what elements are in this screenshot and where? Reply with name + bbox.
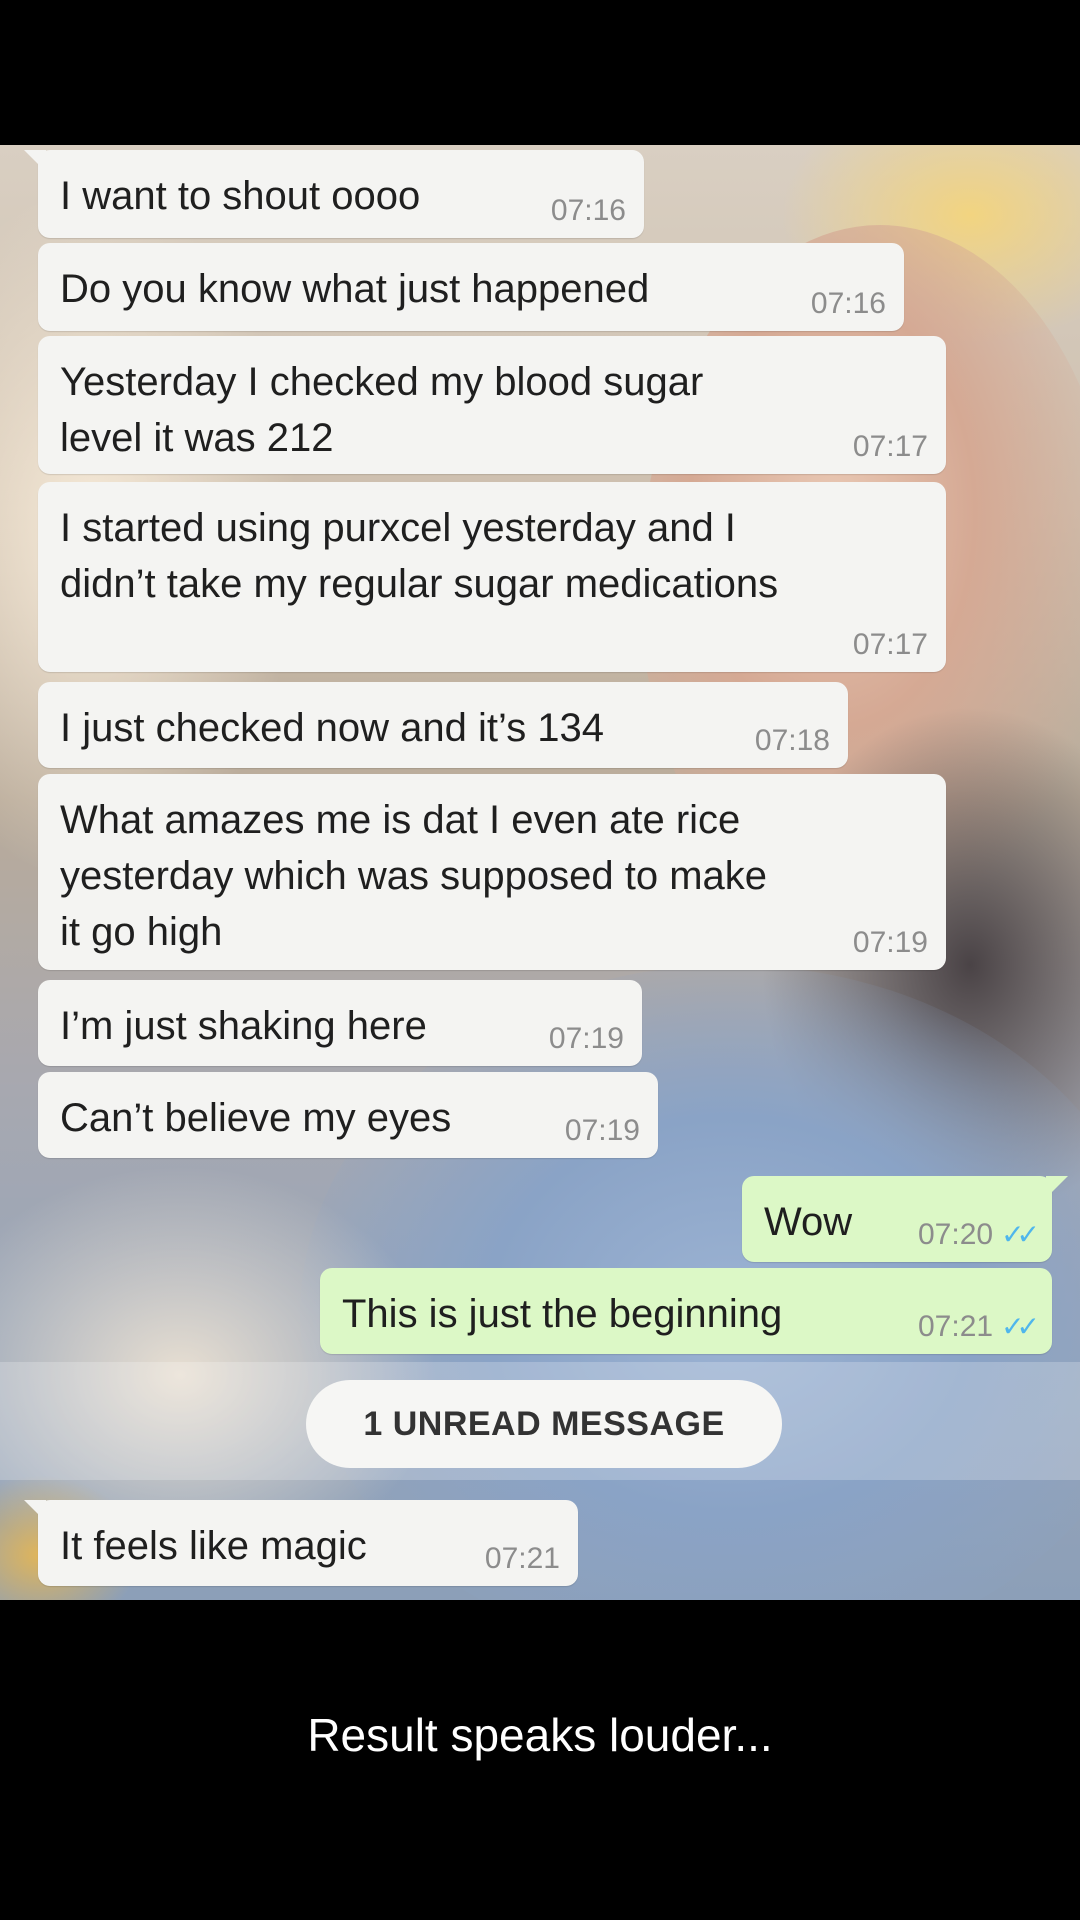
message-bubble-incoming[interactable]: What amazes me is dat I even ate rice ye… <box>38 774 946 970</box>
unread-messages-banner: 1 UNREAD MESSAGE <box>306 1380 782 1468</box>
message-bubble-incoming[interactable]: Do you know what just happened 07:16 <box>38 243 904 331</box>
message-text: Do you know what just happened <box>60 267 650 311</box>
message-bubble-outgoing[interactable]: This is just the beginning 07:21 ✓✓ <box>320 1268 1052 1354</box>
message-time: 07:18 <box>754 724 830 757</box>
message-text: This is just the beginning <box>342 1292 783 1336</box>
message-text: What amazes me is dat I even ate rice ye… <box>60 798 768 954</box>
message-text: I’m just shaking here <box>60 1004 427 1048</box>
message-bubble-outgoing[interactable]: Wow 07:20 ✓✓ <box>742 1176 1068 1262</box>
message-text: It feels like magic <box>60 1524 367 1568</box>
message-time: 07:16 <box>550 194 626 227</box>
bubble-tail <box>24 150 46 172</box>
post-caption: Result speaks louder... <box>307 1709 773 1761</box>
message-time-value: 07:21 <box>918 1310 994 1343</box>
message-text: I want to shout oooo <box>60 174 421 218</box>
message-bubble-incoming[interactable]: I want to shout oooo 07:16 <box>24 150 644 238</box>
double-check-read-icon: ✓✓ <box>1001 1311 1040 1342</box>
message-text: Yesterday I checked my blood sugar level… <box>60 360 704 460</box>
message-time-value: 07:20 <box>918 1218 994 1251</box>
message-time: 07:16 <box>810 287 886 320</box>
message-time: 07:19 <box>564 1114 640 1147</box>
message-time: 07:19 <box>548 1022 624 1055</box>
message-text: Wow <box>764 1200 853 1244</box>
message-time: 07:21 <box>484 1542 560 1575</box>
bubble-tail <box>1046 1176 1068 1198</box>
message-time: 07:17 <box>852 628 928 661</box>
message-text: Can’t believe my eyes <box>60 1096 452 1140</box>
message-bubble-incoming[interactable]: I started using purxcel yesterday and I … <box>38 482 946 672</box>
message-bubble-incoming[interactable]: Can’t believe my eyes 07:19 <box>38 1072 658 1158</box>
double-check-read-icon: ✓✓ <box>1001 1219 1040 1250</box>
message-time: 07:20 ✓✓ <box>918 1218 1040 1252</box>
message-time: 07:21 ✓✓ <box>918 1310 1040 1344</box>
screenshot-frame: I want to shout oooo 07:16 Do you know w… <box>0 0 1080 1920</box>
message-bubble-incoming[interactable]: It feels like magic 07:21 <box>24 1500 578 1586</box>
message-text: I just checked now and it’s 134 <box>60 706 605 750</box>
message-bubble-incoming[interactable]: I just checked now and it’s 134 07:18 <box>38 682 848 768</box>
bubble-tail <box>24 1500 46 1522</box>
message-time: 07:19 <box>852 926 928 959</box>
message-bubble-incoming[interactable]: I’m just shaking here 07:19 <box>38 980 642 1066</box>
message-text: I started using purxcel yesterday and I … <box>60 506 779 606</box>
message-time: 07:17 <box>852 430 928 463</box>
message-bubble-incoming[interactable]: Yesterday I checked my blood sugar level… <box>38 336 946 474</box>
